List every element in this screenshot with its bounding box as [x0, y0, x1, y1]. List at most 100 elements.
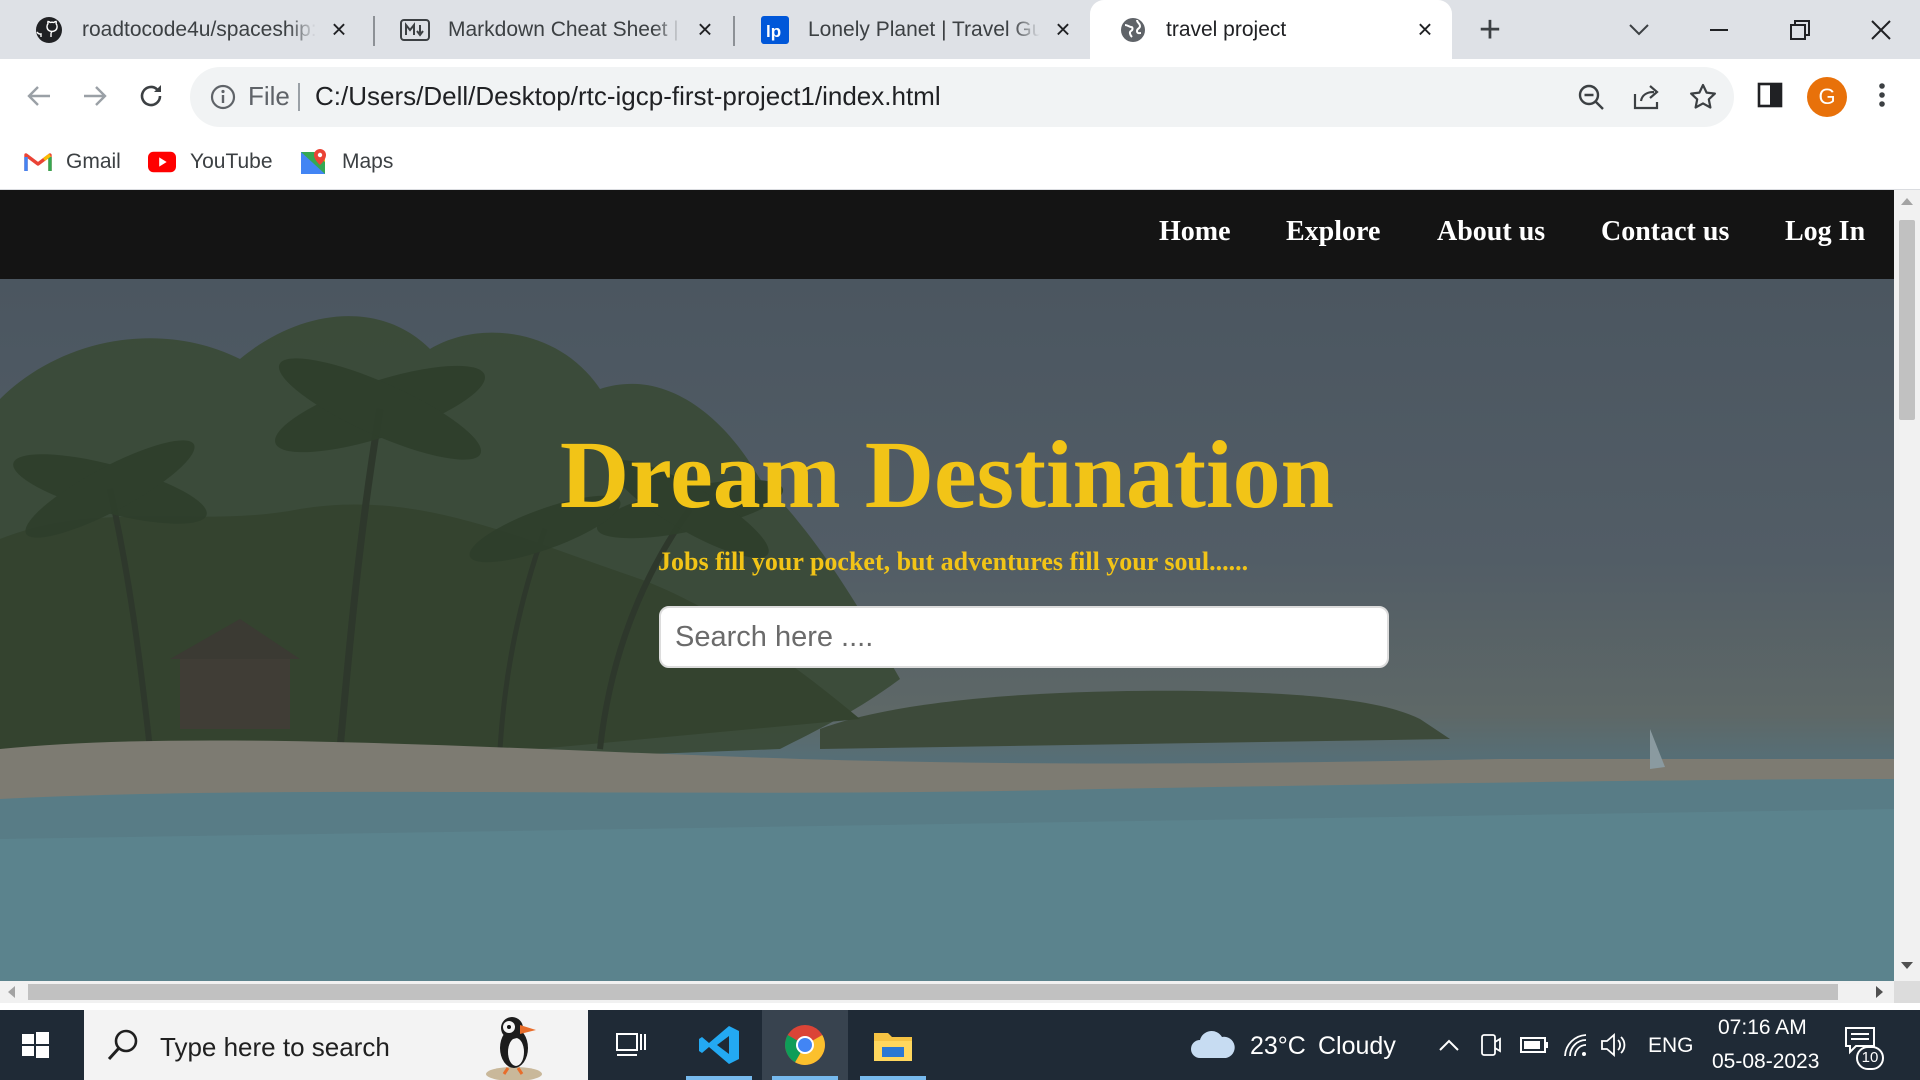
github-icon: [34, 15, 64, 45]
windows-taskbar: Type here to search 23°C Cloudy ENG 07:1…: [0, 1010, 1920, 1080]
notification-center-button[interactable]: 10: [1842, 1024, 1892, 1070]
start-button[interactable]: [20, 1030, 54, 1064]
taskbar-search-placeholder: Type here to search: [160, 1032, 390, 1062]
tab-title: travel project: [1166, 17, 1287, 41]
close-tab-icon[interactable]: ×: [692, 14, 718, 44]
browser-toolbar: File C:/Users/Dell/Desktop/rtc-igcp-firs…: [0, 59, 1920, 135]
volume-icon[interactable]: [1600, 1032, 1628, 1058]
nav-about-us[interactable]: About us: [1437, 216, 1545, 248]
clock-time[interactable]: 07:16 AM: [1718, 1016, 1807, 1040]
chevron-down-icon: [1629, 23, 1649, 35]
tab-lonely-planet[interactable]: lp Lonely Planet | Travel Guide ×: [732, 0, 1090, 59]
weather-temp: 23°C: [1250, 1032, 1306, 1060]
bookmark-label: YouTube: [190, 150, 273, 173]
lonely-planet-icon: lp: [760, 15, 790, 45]
gmail-icon: [24, 148, 52, 176]
close-tab-icon[interactable]: ×: [1412, 14, 1438, 44]
active-indicator: [860, 1076, 926, 1080]
address-bar[interactable]: File C:/Users/Dell/Desktop/rtc-igcp-firs…: [190, 67, 1734, 127]
hero-subtitle: Jobs fill your pocket, but adventures fi…: [658, 547, 1249, 576]
url-text[interactable]: C:/Users/Dell/Desktop/rtc-igcp-first-pro…: [315, 81, 941, 112]
reload-button[interactable]: [128, 73, 174, 119]
restore-button[interactable]: [1761, 0, 1839, 59]
scroll-down-arrow-icon[interactable]: [1901, 962, 1913, 969]
taskbar-vscode[interactable]: [676, 1010, 762, 1080]
arrow-right-icon: [84, 86, 107, 106]
windows-logo-icon: [22, 1032, 49, 1058]
profile-avatar[interactable]: G: [1807, 77, 1847, 117]
active-indicator: [686, 1076, 752, 1080]
weather-widget[interactable]: 23°C Cloudy: [1190, 1026, 1400, 1066]
taskbar-file-explorer[interactable]: [850, 1010, 936, 1080]
close-icon: [1871, 19, 1891, 40]
folder-icon: [874, 1033, 912, 1061]
tab-title: Lonely Planet | Travel Guide: [808, 17, 1040, 41]
battery-icon[interactable]: [1520, 1036, 1550, 1054]
close-tab-icon[interactable]: ×: [326, 14, 352, 44]
arrow-left-icon: [27, 86, 50, 106]
wifi-icon[interactable]: [1562, 1032, 1588, 1058]
search-icon: [107, 1029, 138, 1061]
tab-markdown[interactable]: Markdown Cheat Sheet | M ×: [372, 0, 732, 59]
bookmark-star-icon[interactable]: [1686, 80, 1720, 114]
camera-icon[interactable]: [1480, 1032, 1502, 1058]
tab-title: Markdown Cheat Sheet | M: [448, 17, 682, 41]
minimize-button[interactable]: [1680, 0, 1758, 59]
tab-travel-project[interactable]: travel project ×: [1090, 0, 1452, 59]
forward-button[interactable]: [72, 73, 118, 119]
address-divider: [298, 83, 300, 111]
scheme-label: File: [248, 81, 290, 111]
maps-icon: [300, 148, 328, 176]
task-view-button[interactable]: [588, 1010, 674, 1080]
clock-date[interactable]: 05-08-2023: [1712, 1050, 1819, 1074]
site-navbar: Home Explore About us Contact us Log In: [0, 190, 1894, 279]
horizontal-scrollbar[interactable]: [0, 981, 1894, 1003]
vertical-scroll-thumb[interactable]: [1899, 220, 1915, 420]
taskbar-search-box[interactable]: Type here to search: [84, 1010, 588, 1080]
bookmark-gmail[interactable]: Gmail: [24, 145, 121, 179]
close-tab-icon[interactable]: ×: [1050, 14, 1076, 44]
site-info-icon[interactable]: [208, 82, 238, 112]
active-indicator: [772, 1076, 838, 1080]
minimize-icon: [1710, 28, 1728, 31]
back-button[interactable]: [16, 73, 62, 119]
page-viewport: Home Explore About us Contact us Log In: [0, 190, 1894, 981]
taskbar-chrome[interactable]: [762, 1010, 848, 1080]
puffin-icon: [486, 1017, 542, 1080]
horizontal-scroll-thumb[interactable]: [28, 984, 1838, 1000]
nav-home[interactable]: Home: [1159, 216, 1231, 248]
close-window-button[interactable]: [1842, 0, 1920, 59]
chrome-icon: [785, 1025, 825, 1065]
tab-strip: roadtocode4u/spaceship: S × Markdown Che…: [0, 0, 1920, 59]
new-tab-button[interactable]: +: [1470, 9, 1510, 51]
vertical-scrollbar[interactable]: [1894, 190, 1920, 981]
chevron-up-icon[interactable]: [1438, 1038, 1460, 1052]
youtube-icon: [148, 148, 176, 176]
nav-explore[interactable]: Explore: [1286, 216, 1380, 248]
nav-log-in[interactable]: Log In: [1785, 216, 1865, 248]
scroll-up-arrow-icon[interactable]: [1901, 198, 1913, 205]
input-language[interactable]: ENG: [1648, 1034, 1694, 1058]
task-view-icon: [616, 1033, 646, 1056]
globe-icon: [1118, 15, 1148, 45]
hero-section: Dream Destination Jobs fill your pocket,…: [0, 279, 1894, 981]
notification-count: 10: [1856, 1046, 1884, 1070]
svg-text:lp: lp: [766, 22, 781, 41]
hero-title: Dream Destination: [559, 421, 1335, 528]
more-vertical-icon: [1879, 83, 1885, 107]
bookmark-youtube[interactable]: YouTube: [148, 145, 273, 179]
bookmark-label: Gmail: [66, 150, 121, 173]
scroll-right-arrow-icon[interactable]: [1876, 986, 1883, 998]
destination-search-input[interactable]: [659, 606, 1389, 668]
tab-github[interactable]: roadtocode4u/spaceship: S ×: [6, 0, 366, 59]
tab-search-button[interactable]: [1600, 0, 1678, 59]
side-panel-button[interactable]: [1750, 75, 1790, 115]
scroll-left-arrow-icon[interactable]: [8, 986, 15, 998]
bookmark-maps[interactable]: Maps: [300, 145, 393, 179]
zoom-out-icon[interactable]: [1574, 80, 1608, 114]
share-icon[interactable]: [1630, 80, 1664, 114]
nav-contact-us[interactable]: Contact us: [1601, 216, 1729, 248]
vscode-icon: [699, 1026, 739, 1064]
reload-icon: [140, 85, 162, 107]
browser-menu-button[interactable]: [1862, 75, 1902, 115]
